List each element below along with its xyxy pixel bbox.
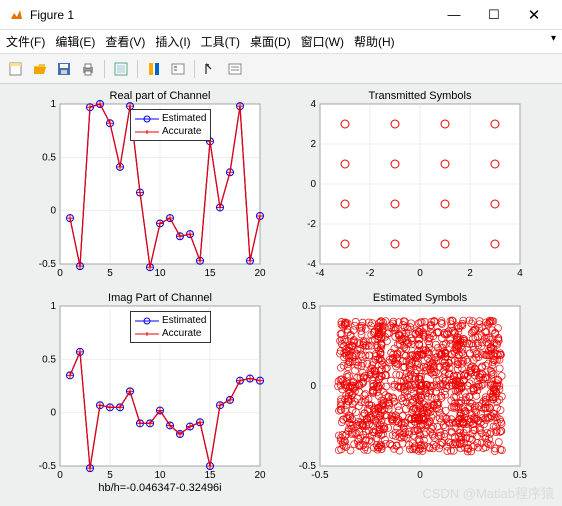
svg-text:0: 0 [50,408,56,419]
insert-colorbar-icon[interactable] [144,59,164,79]
svg-text:0: 0 [417,268,423,279]
menu-tools[interactable]: 工具(T) [201,33,240,50]
svg-text:15: 15 [204,268,216,279]
svg-text:0.5: 0.5 [302,301,316,312]
menu-edit[interactable]: 编辑(E) [55,33,95,50]
svg-text:1: 1 [50,99,56,110]
link-icon[interactable] [111,59,131,79]
svg-text:0.5: 0.5 [42,152,56,163]
svg-text:-0.5: -0.5 [39,259,57,270]
svg-text:0: 0 [57,268,63,279]
svg-text:5: 5 [107,470,113,481]
window-title: Figure 1 [30,8,434,22]
menu-desktop[interactable]: 桌面(D) [250,33,291,50]
svg-text:10: 10 [154,470,166,481]
minimize-button[interactable]: — [434,1,474,29]
open-icon[interactable] [30,59,50,79]
svg-text:0: 0 [57,470,63,481]
menubar: 文件(F) 编辑(E) 查看(V) 插入(I) 工具(T) 桌面(D) 窗口(W… [0,30,562,54]
legend[interactable]: EstimatedAccurate [130,311,211,343]
menu-file[interactable]: 文件(F) [6,33,45,50]
data-cursor-icon[interactable] [225,59,245,79]
menu-insert[interactable]: 插入(I) [155,33,190,50]
xlabel: hb/h=-0.046347-0.32496i [60,482,260,494]
svg-text:15: 15 [204,470,216,481]
svg-text:20: 20 [254,268,266,279]
svg-text:0: 0 [310,381,316,392]
edit-plot-icon[interactable] [201,59,221,79]
subplot-1: Transmitted Symbols-4-2024-4-2024 [320,104,520,264]
matlab-icon [8,7,24,23]
axes-title: Imag Part of Channel [60,292,260,304]
svg-text:-4: -4 [316,268,325,279]
svg-text:-4: -4 [307,259,316,270]
svg-text:0.5: 0.5 [42,354,56,365]
svg-text:0: 0 [310,179,316,190]
subplot-2: Imag Part of ChannelEstimatedAccurate051… [60,306,260,466]
svg-text:-2: -2 [307,219,316,230]
svg-text:-2: -2 [366,268,375,279]
save-icon[interactable] [54,59,74,79]
subplot-3: Estimated Symbols-0.500.5-0.500.5 [320,306,520,466]
legend[interactable]: EstimatedAccurate [130,109,211,141]
svg-text:10: 10 [154,268,166,279]
svg-text:2: 2 [467,268,473,279]
svg-text:0: 0 [417,470,423,481]
axes-title: Real part of Channel [60,90,260,102]
close-button[interactable]: ✕ [514,1,554,29]
svg-text:2: 2 [310,139,316,150]
menu-help[interactable]: 帮助(H) [354,33,395,50]
svg-text:4: 4 [310,99,316,110]
plot-area: CSDN @Matlab程序猿 Real part of ChannelEsti… [0,84,562,506]
menu-window[interactable]: 窗口(W) [301,33,344,50]
svg-text:0.5: 0.5 [513,470,527,481]
axes-title: Estimated Symbols [320,292,520,304]
menu-view[interactable]: 查看(V) [105,33,145,50]
svg-text:0: 0 [50,206,56,217]
subplot-0: Real part of ChannelEstimatedAccurate051… [60,104,260,264]
watermark: CSDN @Matlab程序猿 [422,483,554,502]
maximize-button[interactable]: ☐ [474,1,514,29]
insert-legend-icon[interactable] [168,59,188,79]
svg-text:1: 1 [50,301,56,312]
titlebar: Figure 1 — ☐ ✕ [0,0,562,30]
svg-text:4: 4 [517,268,523,279]
menu-overflow-icon[interactable]: ▾ [551,33,556,44]
axes-title: Transmitted Symbols [320,90,520,102]
print-icon[interactable] [78,59,98,79]
svg-text:5: 5 [107,268,113,279]
svg-text:-0.5: -0.5 [299,461,317,472]
new-figure-icon[interactable] [6,59,26,79]
svg-text:-0.5: -0.5 [39,461,57,472]
toolbar [0,54,562,84]
svg-text:20: 20 [254,470,266,481]
